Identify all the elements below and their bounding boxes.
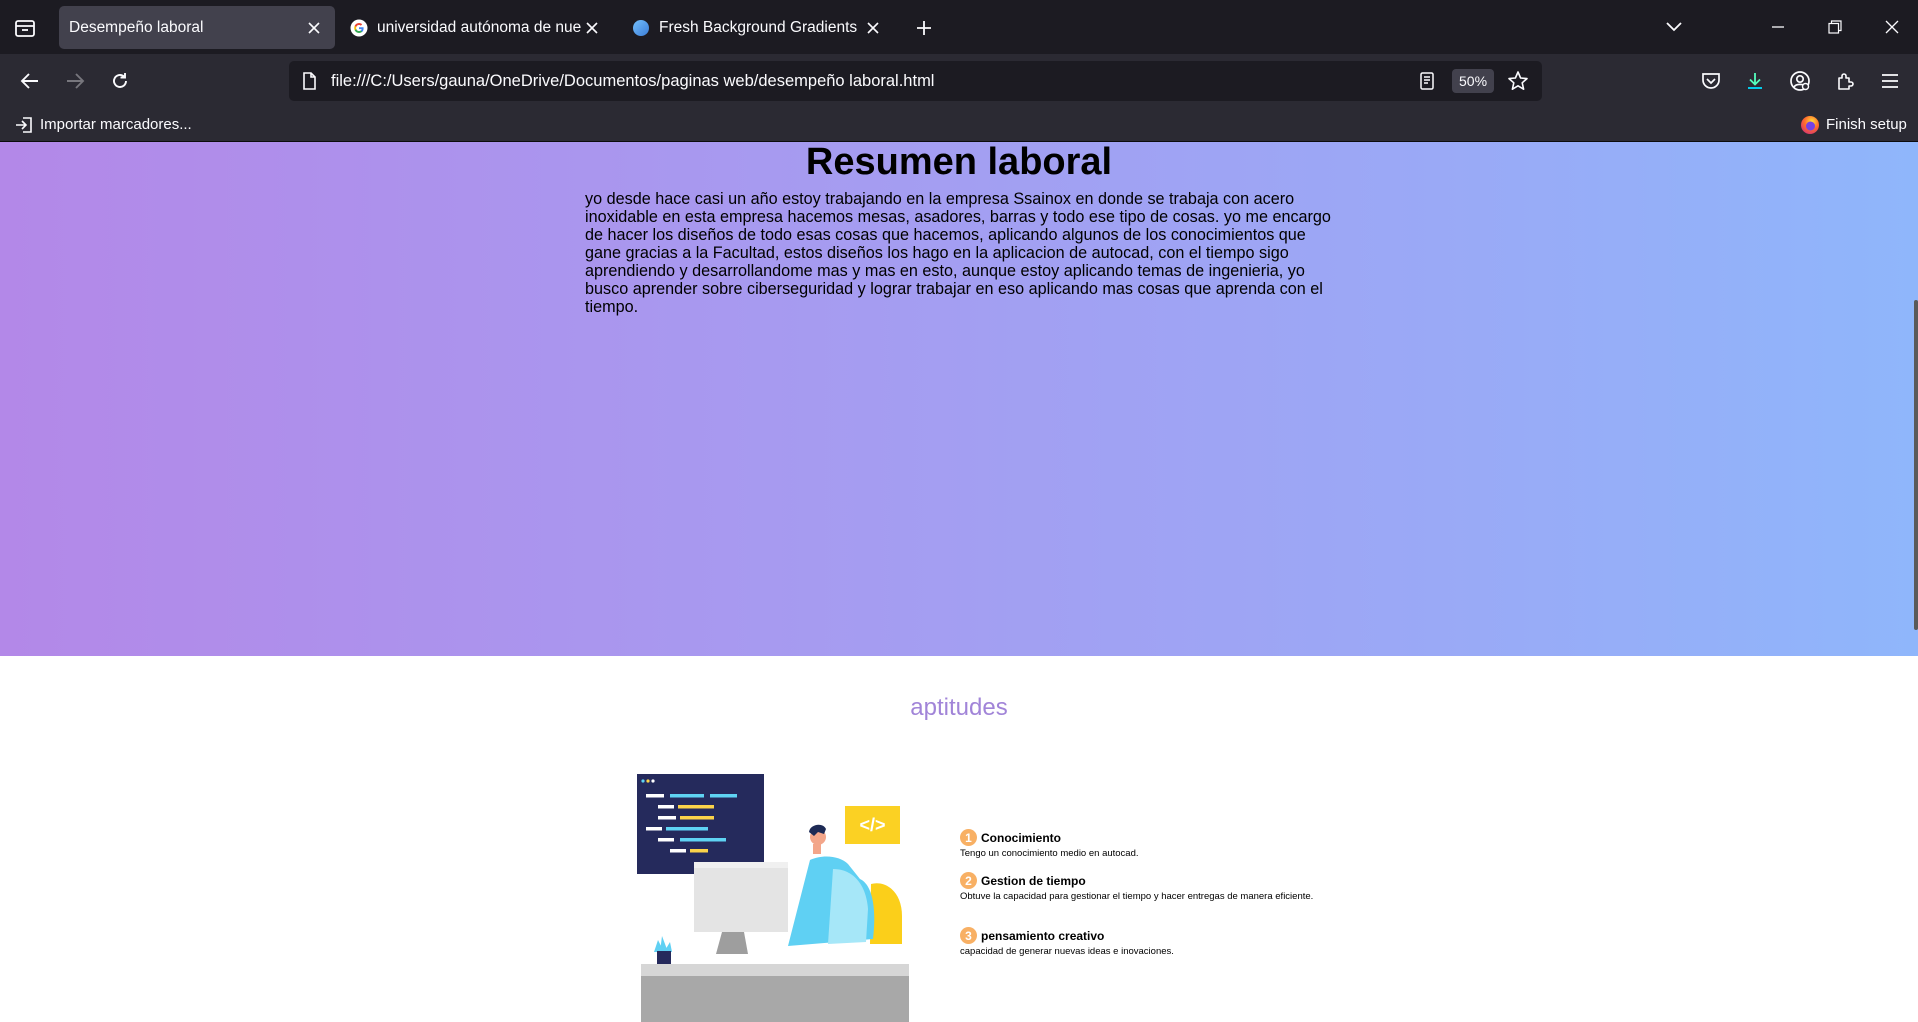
skill-heading: 3 pensamiento creativo <box>960 927 1320 944</box>
back-button[interactable] <box>16 67 44 95</box>
skill-item: 1 Conocimiento Tengo un conocimiento med… <box>960 829 1320 860</box>
summary-paragraph: yo desde hace casi un año estoy trabajan… <box>585 190 1331 316</box>
tab-fresh-gradients[interactable]: Fresh Background Gradients | W <box>627 6 890 49</box>
tab-desempeno-laboral[interactable]: Desempeño laboral <box>59 6 335 49</box>
account-icon[interactable] <box>1786 67 1814 95</box>
page-title: Resumen laboral <box>805 142 1113 183</box>
tab-bar: Desempeño laboral universidad autónoma d… <box>0 0 1918 54</box>
skill-name: Gestion de tiempo <box>981 873 1086 888</box>
navigation-bar: file:///C:/Users/gauna/OneDrive/Document… <box>0 54 1918 108</box>
hero-section: Resumen laboral yo desde hace casi un añ… <box>0 142 1918 656</box>
restore-button[interactable] <box>1822 14 1848 40</box>
close-icon[interactable] <box>581 17 603 39</box>
extensions-icon[interactable] <box>1831 67 1859 95</box>
firefox-logo-icon <box>1800 115 1820 135</box>
tab-title: universidad autónoma de nuevo <box>377 18 581 36</box>
skill-item: 2 Gestion de tiempo Obtuve la capacidad … <box>960 872 1320 903</box>
bookmarks-toolbar: Importar marcadores... Finish setup <box>0 108 1918 142</box>
skill-description: Tengo un conocimiento medio en autocad. <box>960 848 1139 859</box>
finish-setup-label: Finish setup <box>1826 116 1907 133</box>
tab-title: Desempeño laboral <box>69 18 204 36</box>
skill-number-badge: 3 <box>960 927 977 944</box>
skill-number-badge: 2 <box>960 872 977 889</box>
close-icon[interactable] <box>862 17 884 39</box>
tab-google-search[interactable]: universidad autónoma de nuevo <box>347 6 609 49</box>
page-viewport: Resumen laboral yo desde hace casi un añ… <box>0 142 1918 1022</box>
developer-illustration: </> <box>628 774 928 1022</box>
page-icon <box>299 71 319 91</box>
bookmark-star-icon[interactable] <box>1507 70 1529 92</box>
reader-view-icon[interactable] <box>1417 71 1437 91</box>
downloads-icon[interactable] <box>1741 67 1769 95</box>
code-tag-label: </> <box>859 815 885 835</box>
list-all-tabs-icon[interactable] <box>1661 14 1687 40</box>
skill-heading: 2 Gestion de tiempo <box>960 872 1320 889</box>
url-text[interactable]: file:///C:/Users/gauna/OneDrive/Document… <box>331 61 934 101</box>
url-bar[interactable]: file:///C:/Users/gauna/OneDrive/Document… <box>289 61 1542 101</box>
skill-name: pensamiento creativo <box>981 928 1105 943</box>
import-bookmarks-label: Importar marcadores... <box>40 116 192 133</box>
skills-title: aptitudes <box>910 694 1008 721</box>
pocket-icon[interactable] <box>1697 67 1725 95</box>
webgradients-icon <box>631 18 651 38</box>
tab-title: Fresh Background Gradients | W <box>659 18 862 36</box>
new-tab-button[interactable] <box>912 16 936 40</box>
skill-number-badge: 1 <box>960 829 977 846</box>
firefox-view-icon[interactable] <box>13 17 37 39</box>
minimize-button[interactable] <box>1765 14 1791 40</box>
skill-heading: 1 Conocimiento <box>960 829 1320 846</box>
skill-name: Conocimiento <box>981 830 1061 845</box>
menu-icon[interactable] <box>1876 67 1904 95</box>
import-bookmarks-button[interactable]: Importar marcadores... <box>14 108 192 141</box>
vertical-scrollbar[interactable] <box>1914 300 1918 630</box>
close-window-button[interactable] <box>1879 14 1905 40</box>
skill-item: 3 pensamiento creativo capacidad de gene… <box>960 927 1320 958</box>
skill-description: capacidad de generar nuevas ideas e inov… <box>960 946 1174 957</box>
finish-setup-button[interactable]: Finish setup <box>1800 108 1907 141</box>
forward-button[interactable] <box>61 67 89 95</box>
google-icon <box>349 18 369 38</box>
skill-description: Obtuve la capacidad para gestionar el ti… <box>960 891 1314 902</box>
import-icon <box>14 115 34 135</box>
zoom-level-badge[interactable]: 50% <box>1452 69 1495 93</box>
close-icon[interactable] <box>303 17 325 39</box>
reload-button[interactable] <box>106 67 134 95</box>
